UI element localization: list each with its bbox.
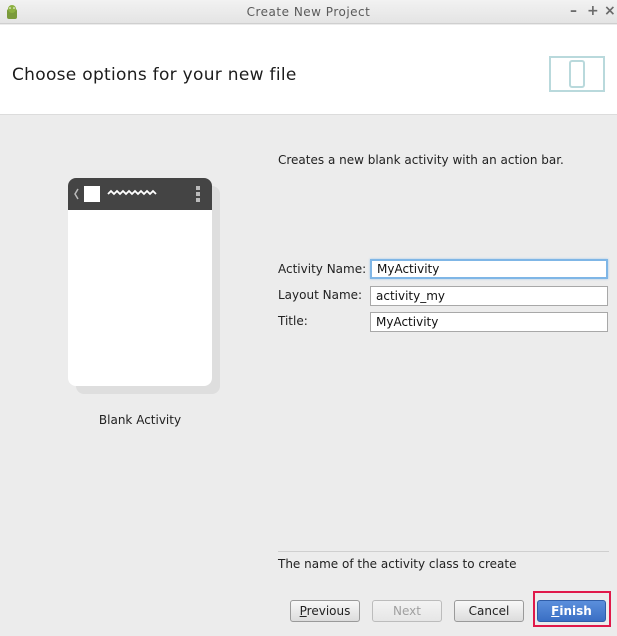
maximize-button[interactable]: + [587,3,599,19]
action-bar-icons [74,186,200,202]
app-icon [84,186,100,202]
template-description: Creates a new blank activity with an act… [278,153,564,167]
title-input[interactable] [370,312,608,332]
layout-name-label: Layout Name: [278,288,363,302]
activity-name-label: Activity Name: [278,262,367,276]
device-frame-icon [549,56,605,92]
mock-action-bar [68,178,212,210]
template-preview[interactable] [68,178,220,394]
back-chevron-icon [74,188,79,200]
close-button[interactable]: × [604,3,616,19]
field-help-text: The name of the activity class to create [278,557,517,571]
layout-name-input[interactable] [370,286,608,306]
window-title: Create New Project [246,5,371,19]
title-squiggle-icon [107,189,157,196]
cancel-button[interactable]: Cancel [454,600,524,622]
wizard-header: Choose options for your new file [0,25,617,115]
previous-label: revious [306,604,351,618]
overflow-menu-icon [196,186,200,202]
template-name: Blank Activity [98,413,182,427]
previous-button[interactable]: Previous [290,600,360,622]
title-label: Title: [278,314,308,328]
page-title: Choose options for your new file [12,65,297,85]
activity-name-input[interactable] [370,259,608,279]
previous-mnemonic: P [299,604,307,618]
next-button[interactable]: Next [372,600,442,622]
title-bar: Create New Project – + × [0,0,617,24]
finish-highlight-box [533,591,611,627]
phone-mockup [68,178,212,386]
minimize-button[interactable]: – [570,3,577,19]
separator [278,551,609,552]
